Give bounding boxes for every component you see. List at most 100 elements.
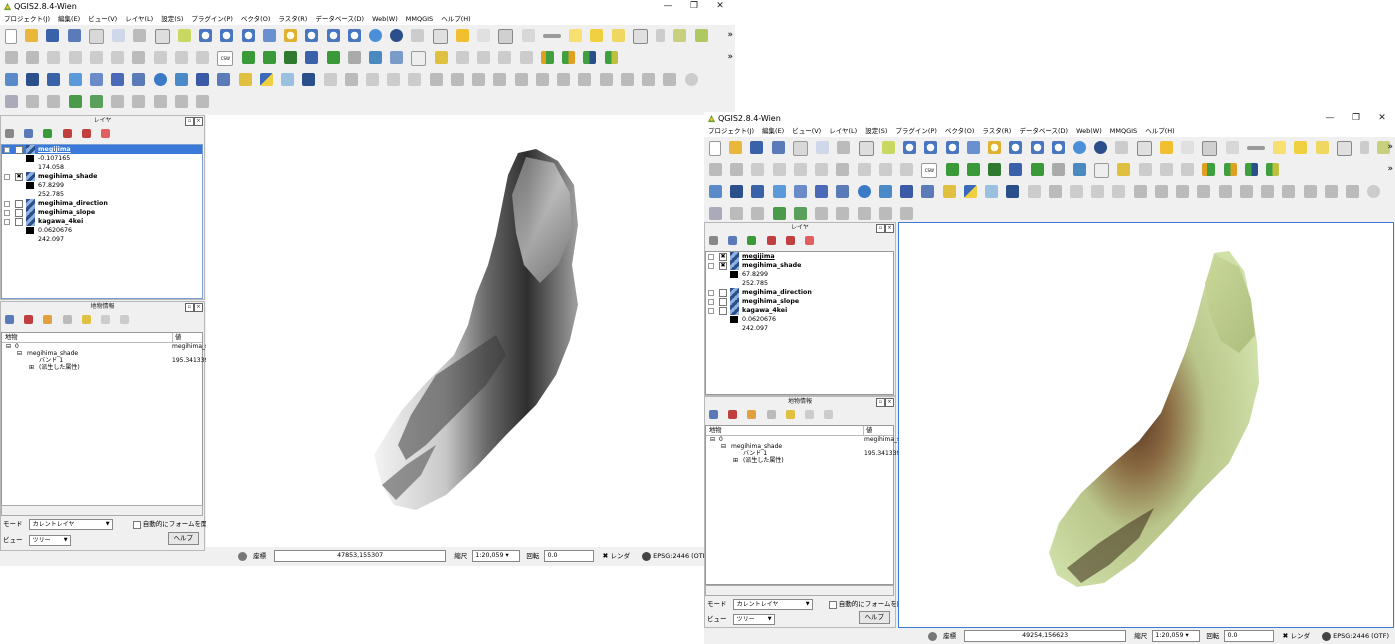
restore-icon[interactable]: ❐ [684, 1, 704, 11]
zoom-to-selection-icon[interactable] [988, 141, 1002, 154]
expand-tree-icon[interactable] [5, 315, 14, 324]
mode-select[interactable]: カレントレイヤ ▼ [732, 598, 813, 610]
zoom-next-icon[interactable] [347, 29, 361, 42]
map-tips-icon[interactable] [569, 29, 583, 42]
coordinate-toggle-icon[interactable] [928, 631, 937, 641]
delete-ring-icon[interactable] [514, 73, 528, 86]
zoom-to-layer-icon[interactable] [1009, 141, 1023, 154]
close-dock-icon[interactable]: × [194, 117, 203, 126]
coord-field[interactable]: 49254,156623 [964, 630, 1127, 642]
field-calculator-icon[interactable] [1225, 141, 1239, 154]
add-part-icon[interactable] [472, 73, 486, 86]
expand-icon[interactable] [4, 210, 10, 216]
merge-features-icon[interactable] [1324, 185, 1338, 198]
delete-part-icon[interactable] [1239, 185, 1253, 198]
add-raster-icon[interactable] [966, 163, 980, 176]
gps-icon[interactable] [673, 29, 687, 42]
python-icon[interactable] [963, 185, 977, 198]
plugin-6-icon[interactable] [815, 207, 829, 220]
attribute-table-icon[interactable] [1202, 141, 1218, 156]
plugin-1-icon[interactable] [5, 95, 18, 108]
collapse-icon[interactable] [4, 174, 10, 180]
result-layer[interactable]: ⊟ megihima_shade [2, 350, 202, 357]
menu-help[interactable]: ヘルプ(H) [437, 14, 474, 25]
label-pin-icon[interactable] [434, 51, 448, 64]
add-vector-icon[interactable] [945, 163, 959, 176]
menu-layer[interactable]: レイヤ(L) [825, 126, 861, 137]
deselect-icon[interactable] [455, 29, 469, 42]
csw-icon[interactable]: CSW [217, 51, 234, 66]
label-show-icon[interactable] [455, 51, 469, 64]
add-spatialite-icon[interactable] [284, 51, 298, 64]
menu-mmqgis[interactable]: MMQGIS [1106, 126, 1141, 137]
zoom-full-icon[interactable] [966, 141, 980, 154]
python-icon[interactable] [259, 73, 273, 86]
show-bookmarks-icon[interactable] [1315, 141, 1329, 154]
map-canvas[interactable] [206, 115, 733, 547]
add-globe-icon[interactable] [153, 73, 167, 86]
copy-icon[interactable] [174, 51, 188, 64]
add-vector-line-icon[interactable] [772, 185, 786, 198]
label-pin-icon[interactable] [1117, 163, 1131, 176]
toolbar-overflow-icon[interactable]: » [1387, 142, 1393, 152]
new-layer-icon[interactable] [5, 73, 18, 86]
scale-select[interactable]: 1:20,059 ▾ [1152, 630, 1201, 642]
identify-icon[interactable] [1094, 141, 1108, 154]
plugin-arrow-icon[interactable] [694, 29, 708, 42]
menu-plugins[interactable]: プラグイン(P) [187, 14, 237, 25]
undo-icon[interactable] [1069, 185, 1083, 198]
coordinate-toggle-icon[interactable] [238, 551, 247, 561]
menu-layer[interactable]: レイヤ(L) [121, 14, 157, 25]
plugin-9-icon[interactable] [878, 207, 892, 220]
layer-visibility-checkbox[interactable]: ✖ [719, 253, 727, 261]
layer-visibility-checkbox[interactable] [15, 200, 23, 208]
plugin-2-icon[interactable] [730, 207, 744, 220]
fill-ring-icon[interactable] [1197, 185, 1211, 198]
zoom-in-icon[interactable] [199, 29, 213, 42]
split-parts-icon[interactable] [620, 73, 634, 86]
float-icon[interactable]: ▫ [185, 303, 194, 312]
offset-curve-icon[interactable] [578, 73, 592, 86]
result-root[interactable]: ⊟ 0 megihima_s [706, 436, 900, 443]
map-image-icon[interactable] [281, 73, 295, 86]
move-feature-icon[interactable] [793, 163, 807, 176]
refresh-layer-icon[interactable] [684, 73, 698, 86]
expand-icon[interactable] [708, 290, 714, 296]
zoom-next-icon[interactable] [1051, 141, 1065, 154]
add-virtual-icon[interactable] [111, 73, 125, 86]
collapse-icon[interactable] [708, 263, 714, 269]
add-mssql-icon[interactable] [47, 73, 61, 86]
menu-database[interactable]: データベース(D) [311, 14, 368, 25]
crosshair-icon[interactable] [656, 29, 666, 42]
label-rotate-icon[interactable] [1181, 163, 1195, 176]
text-annotation-icon[interactable] [1336, 141, 1352, 156]
add-wfs-layer-icon[interactable] [89, 73, 103, 86]
add-db-icon[interactable] [836, 185, 850, 198]
layer-row-megihima-shade[interactable]: ✖ megihima_shade [706, 261, 893, 270]
menu-help[interactable]: ヘルプ(H) [1141, 126, 1178, 137]
expand-new-icon[interactable] [43, 315, 53, 324]
menu-settings[interactable]: 設定(S) [157, 14, 187, 25]
layer-row-megihima-direction[interactable]: megihima_direction [706, 288, 893, 297]
rotation-spinbox[interactable]: 0.0 [544, 550, 595, 562]
plugin-10-icon[interactable] [196, 95, 210, 108]
histogram-icon[interactable] [1202, 163, 1216, 176]
new-vector-icon[interactable] [217, 73, 231, 86]
close-dock-icon[interactable]: × [194, 303, 203, 312]
composer-manager-icon[interactable] [816, 141, 830, 154]
open-form-icon[interactable] [62, 315, 72, 324]
add-postgis-icon[interactable] [305, 51, 319, 64]
render-checkbox[interactable]: ✖ [603, 552, 609, 560]
menu-project[interactable]: プロジェクト(J) [0, 14, 54, 25]
delete-part-icon[interactable] [535, 73, 549, 86]
zoom-last-icon[interactable] [1030, 141, 1044, 154]
menu-web[interactable]: Web(W) [1072, 126, 1106, 137]
new-print-composer-icon[interactable] [792, 141, 808, 156]
result-root[interactable]: ⊟ 0 megihima_s [2, 343, 208, 350]
node-tool-icon[interactable] [111, 51, 125, 64]
redo-icon[interactable] [1091, 185, 1105, 198]
remove-layer-icon[interactable] [101, 129, 111, 138]
select-icon[interactable] [1115, 141, 1129, 154]
refresh-icon[interactable] [1072, 141, 1086, 154]
horizontal-scrollbar[interactable] [1, 505, 203, 516]
